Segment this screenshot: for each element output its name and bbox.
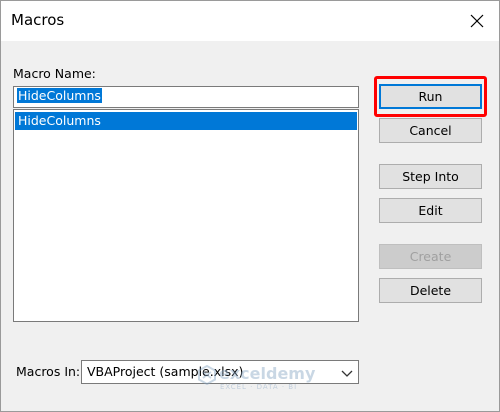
title-bar: Macros xyxy=(1,1,499,41)
close-icon[interactable] xyxy=(463,7,491,35)
list-item[interactable]: HideColumns xyxy=(15,112,357,130)
macro-name-label: Macro Name: xyxy=(13,66,96,81)
edit-button[interactable]: Edit xyxy=(379,198,482,223)
macro-name-value: HideColumns xyxy=(17,88,102,103)
macros-in-label: Macros In: xyxy=(16,364,81,379)
step-into-button[interactable]: Step Into xyxy=(379,164,482,189)
watermark-brand: exceldemy xyxy=(219,364,316,383)
cancel-button[interactable]: Cancel xyxy=(379,118,482,143)
exceldemy-logo-icon xyxy=(198,365,216,385)
macro-listbox[interactable]: HideColumns xyxy=(13,109,359,322)
dialog-title: Macros xyxy=(11,11,65,29)
watermark-tagline: EXCEL · DATA · BI xyxy=(220,383,298,391)
create-button: Create xyxy=(379,244,482,269)
macro-name-input[interactable]: HideColumns xyxy=(13,86,359,108)
chevron-down-icon[interactable] xyxy=(340,365,354,379)
delete-button[interactable]: Delete xyxy=(379,278,482,303)
macros-dialog: Macros Macro Name: HideColumns HideColum… xyxy=(0,0,500,412)
run-button[interactable]: Run xyxy=(379,84,482,109)
